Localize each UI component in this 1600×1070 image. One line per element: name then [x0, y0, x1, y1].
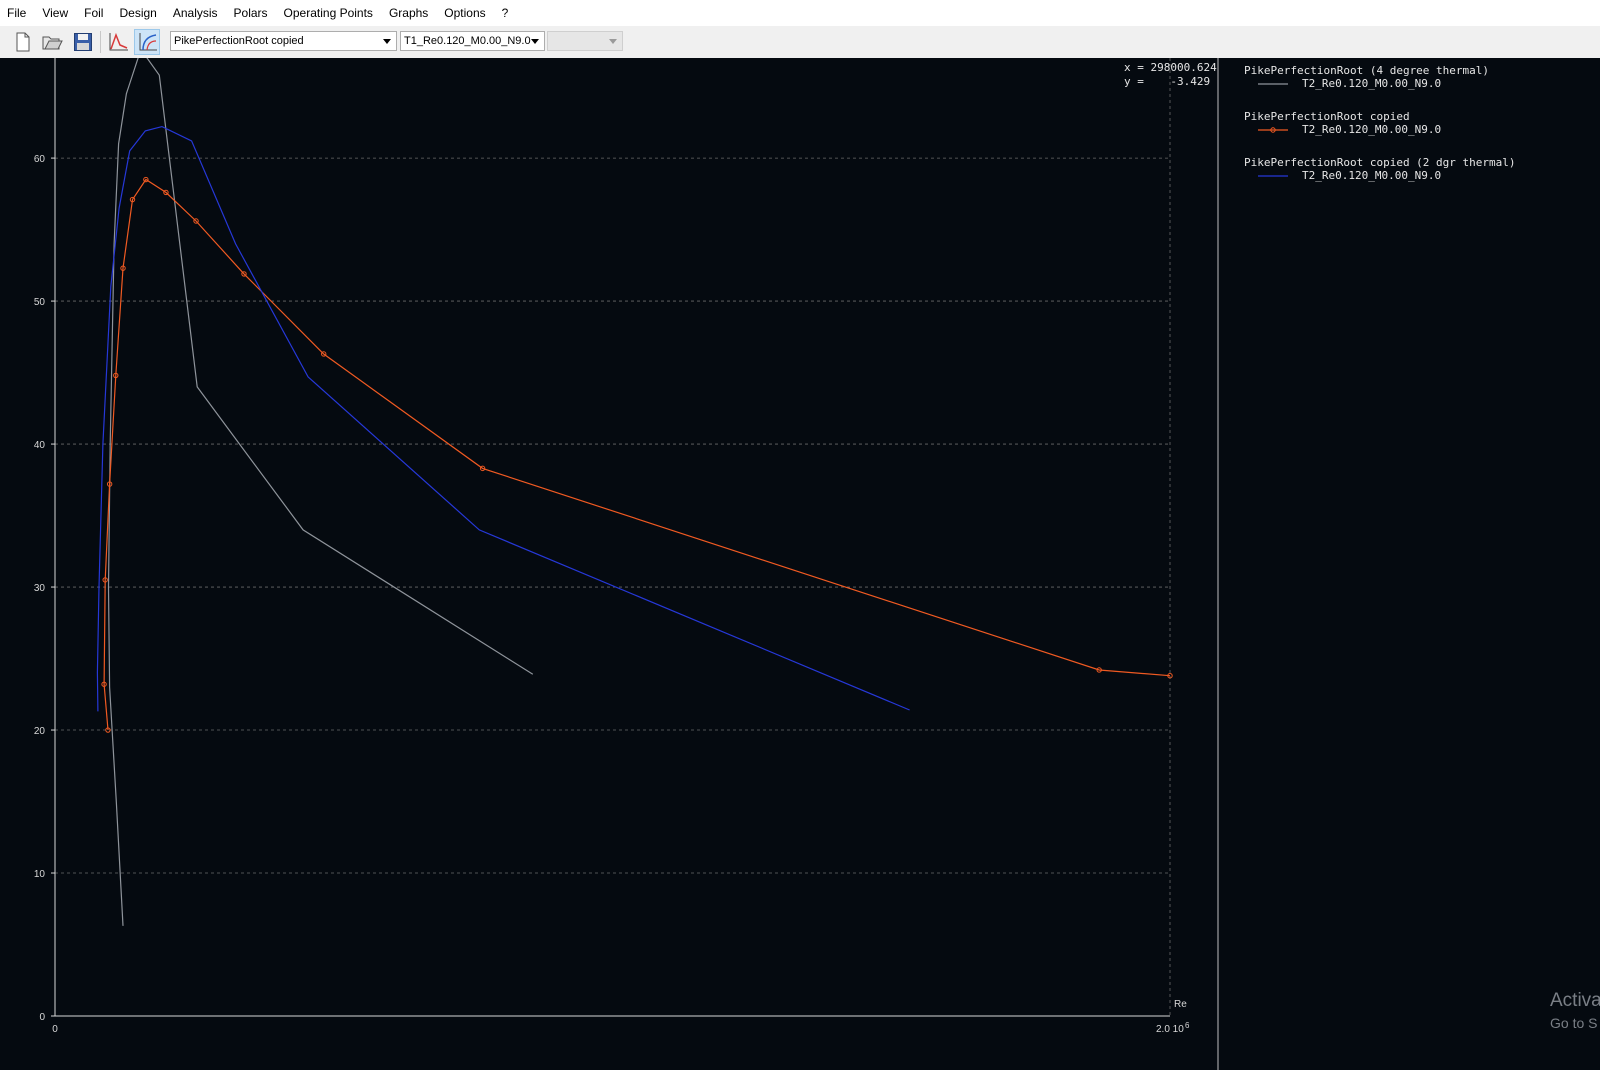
menu-graphs[interactable]: Graphs: [381, 0, 436, 26]
y-tick-label: 30: [34, 583, 46, 594]
menu-design[interactable]: Design: [111, 0, 164, 26]
opp-selector: [547, 31, 623, 51]
chevron-down-icon: [383, 39, 391, 44]
menu-view[interactable]: View: [34, 0, 76, 26]
activation-watermark-title: Activa: [1550, 990, 1600, 1011]
x-tick-label: 0: [52, 1024, 58, 1035]
y-tick-label: 50: [34, 297, 46, 308]
polar-graph-icon: [139, 33, 157, 51]
open-folder-icon: [42, 36, 63, 50]
series-line-1: [107, 58, 534, 926]
menu-help[interactable]: ?: [494, 0, 517, 26]
opp-view-button[interactable]: [105, 29, 131, 55]
legend-polar-1: T2_Re0.120_M0.00_N9.0: [1302, 77, 1442, 90]
menu-operating-points[interactable]: Operating Points: [276, 0, 381, 26]
polar-chart: 0102030405060Cl/CdRe02.0 106: [34, 58, 1288, 1070]
cursor-x-readout: x = 298000.624: [1124, 61, 1217, 74]
series-line-3: [96, 125, 910, 712]
polar-view-button[interactable]: [134, 29, 160, 55]
opp-graph-icon: [109, 32, 128, 51]
y-tick-label: 0: [39, 1012, 45, 1023]
x-tick-exponent: 6: [1185, 1021, 1190, 1030]
legend-polar-2: T2_Re0.120_M0.00_N9.0: [1302, 123, 1442, 136]
y-tick-label: 10: [34, 869, 46, 880]
polar-selector-value: T1_Re0.120_M0.00_N9.0: [404, 35, 531, 47]
menu-bar: File View Foil Design Analysis Polars Op…: [0, 0, 1600, 26]
legend-foil-1: PikePerfectionRoot (4 degree thermal): [1244, 64, 1490, 77]
cursor-y-readout: y = -3.429: [1124, 75, 1211, 88]
legend-foil-3: PikePerfectionRoot copied (2 dgr thermal…: [1244, 156, 1516, 169]
menu-options[interactable]: Options: [436, 0, 493, 26]
foil-selector[interactable]: PikePerfectionRoot copied: [170, 31, 397, 51]
chevron-down-icon: [531, 39, 539, 44]
y-tick-label: 40: [34, 440, 46, 451]
x-tick-label: 2.0 10: [1156, 1024, 1184, 1035]
activation-watermark-subtitle: Go to S: [1550, 1015, 1598, 1031]
legend-polar-3: T2_Re0.120_M0.00_N9.0: [1302, 169, 1442, 182]
menu-analysis[interactable]: Analysis: [165, 0, 226, 26]
new-project-button[interactable]: [10, 29, 36, 55]
polar-selector[interactable]: T1_Re0.120_M0.00_N9.0: [400, 31, 545, 51]
polar-graph-canvas[interactable]: 0102030405060Cl/CdRe02.0 106 x = 298000.…: [0, 58, 1600, 1070]
y-tick-label: 20: [34, 726, 46, 737]
new-document-icon: [16, 32, 30, 52]
series-line-2: [103, 178, 1171, 731]
menu-polars[interactable]: Polars: [226, 0, 276, 26]
save-button[interactable]: [70, 29, 96, 55]
x-axis-label: Re: [1174, 999, 1187, 1010]
toolbar: PikePerfectionRoot copied T1_Re0.120_M0.…: [0, 26, 1600, 59]
y-tick-label: 60: [34, 154, 46, 165]
open-project-button[interactable]: [39, 29, 65, 55]
save-disk-icon: [74, 33, 92, 51]
legend-foil-2: PikePerfectionRoot copied: [1244, 110, 1410, 123]
foil-selector-value: PikePerfectionRoot copied: [174, 35, 304, 47]
menu-foil[interactable]: Foil: [76, 0, 111, 26]
menu-file[interactable]: File: [0, 0, 34, 26]
chevron-down-icon: [609, 39, 617, 44]
